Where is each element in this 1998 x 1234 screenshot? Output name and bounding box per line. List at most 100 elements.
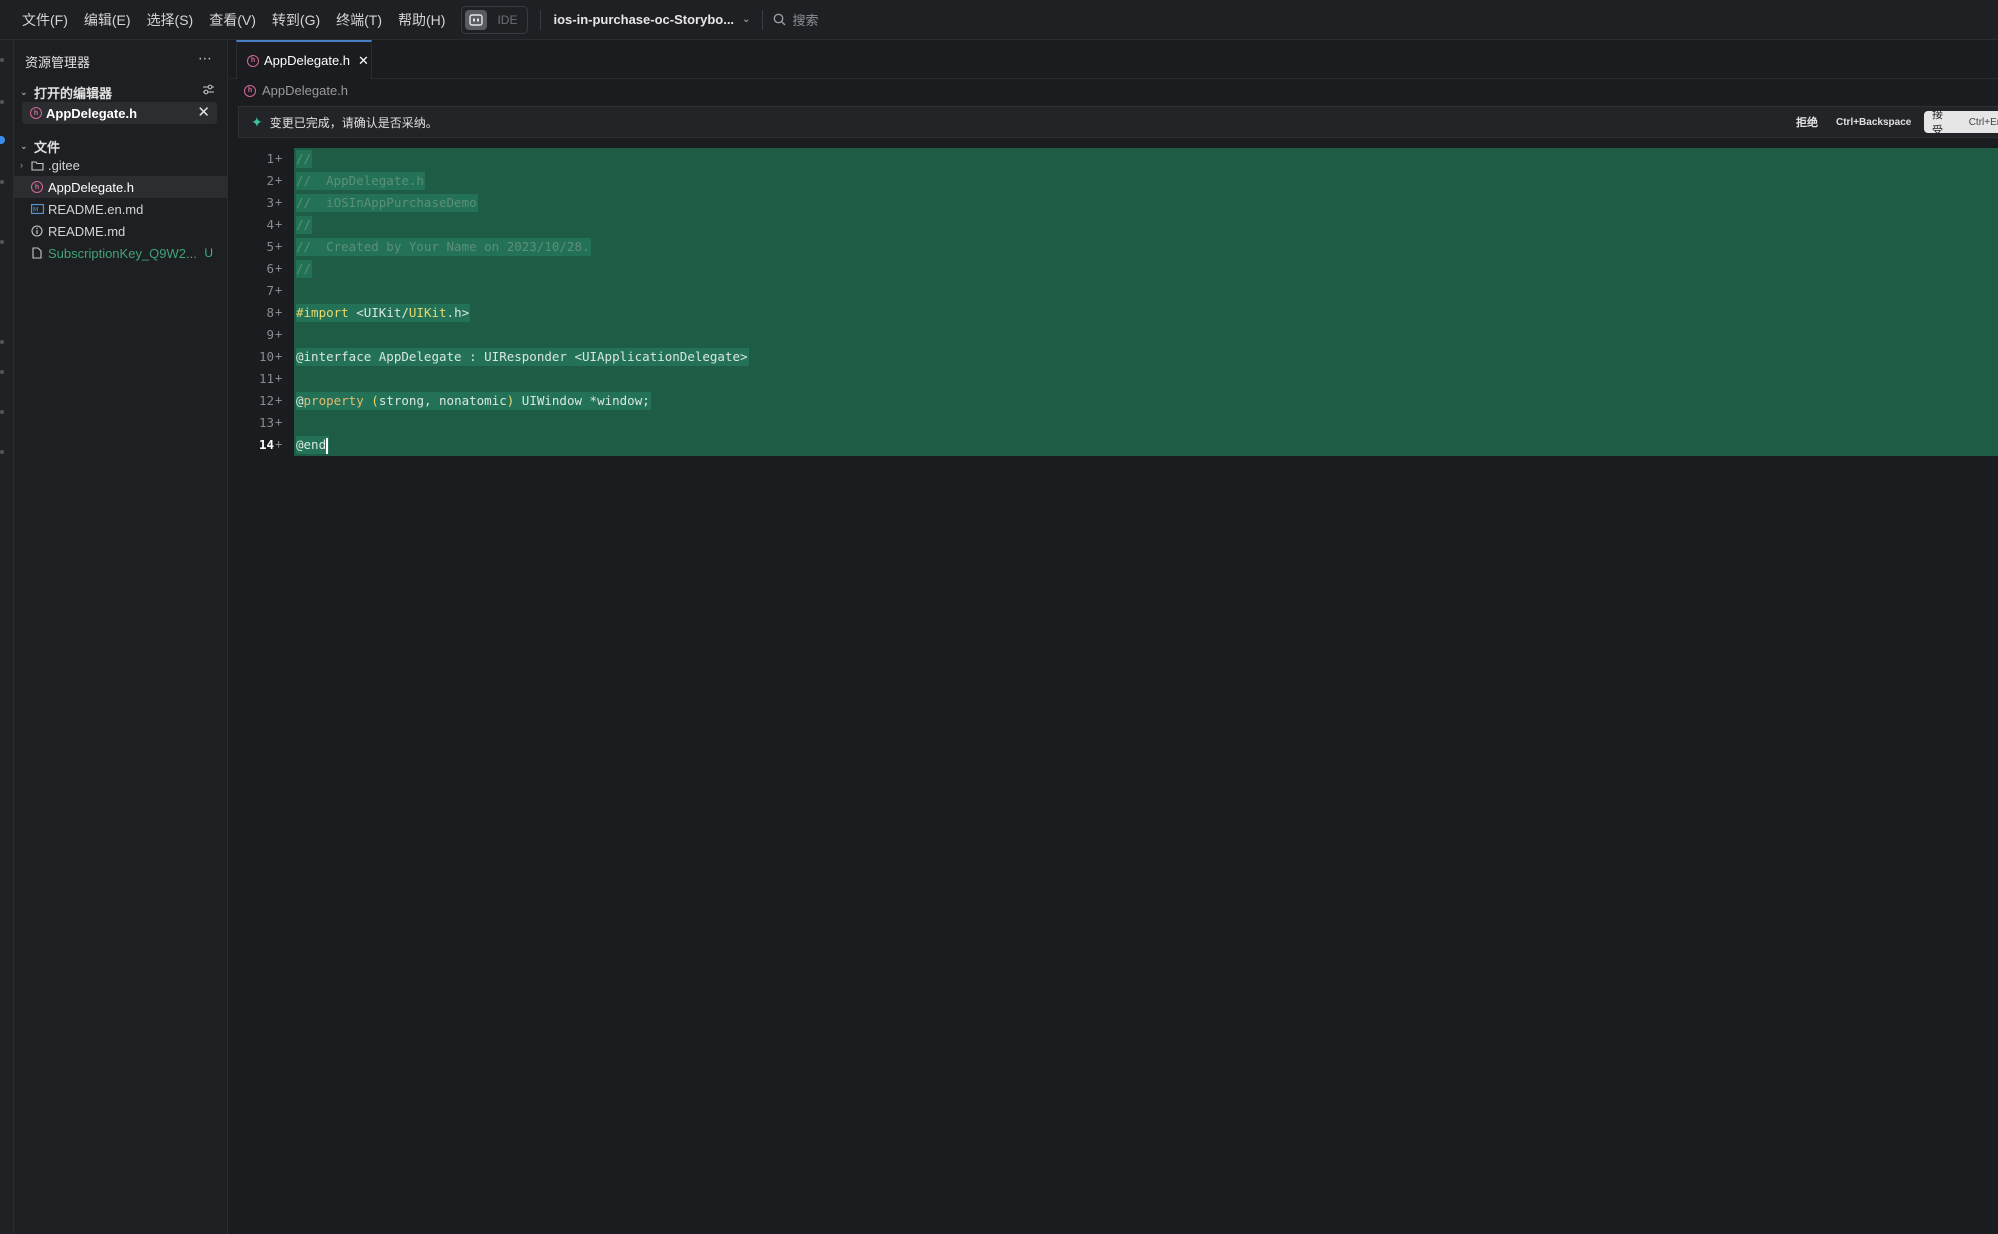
open-editors-section[interactable]: ⌄ 打开的编辑器	[20, 83, 112, 102]
menu-help[interactable]: 帮助(H)	[398, 10, 445, 30]
code-line[interactable]: 5 + // Created by Your Name on 2023/10/28.	[230, 236, 1998, 258]
activity-icon[interactable]	[0, 450, 4, 454]
added-line-highlight	[294, 302, 1998, 324]
code-line[interactable]: 4 + //	[230, 214, 1998, 236]
close-icon[interactable]: ✕	[358, 53, 369, 69]
tree-item-subscription-key[interactable]: SubscriptionKey_Q9W2... U	[14, 242, 227, 264]
line-number: 13	[258, 415, 274, 430]
ai-mode-icon[interactable]	[465, 9, 488, 30]
line-number: 11	[258, 371, 274, 386]
line-number: 4	[266, 217, 274, 232]
activity-icon[interactable]	[0, 240, 4, 244]
accept-shortcut: Ctrl+Enter	[1968, 116, 1998, 128]
code-line[interactable]: 6 + //	[230, 258, 1998, 280]
code-text[interactable]: // AppDelegate.h	[296, 172, 425, 190]
activity-icon[interactable]	[0, 180, 4, 184]
reject-button[interactable]: 拒绝	[1796, 114, 1818, 130]
menu-goto[interactable]: 转到(G)	[272, 10, 320, 30]
code-text[interactable]: //	[296, 150, 313, 168]
code-text[interactable]: @property (strong, nonatomic) UIWindow *…	[296, 392, 651, 410]
ide-mode-label[interactable]: IDE	[497, 13, 517, 27]
sliders-icon[interactable]	[202, 84, 215, 98]
search-label: 搜索	[792, 13, 819, 28]
activity-icon[interactable]	[0, 370, 4, 374]
added-line-highlight	[294, 368, 1998, 390]
tree-item-readme-en[interactable]: M README.en.md	[14, 198, 227, 220]
explorer-activity-icon[interactable]	[0, 136, 5, 144]
code-text[interactable]: // iOSInAppPurchaseDemo	[296, 194, 478, 212]
code-line[interactable]: 13 +	[230, 412, 1998, 434]
added-marker: +	[275, 195, 283, 209]
tree-item-gitee[interactable]: › .gitee	[14, 154, 227, 176]
svg-text:M: M	[33, 207, 38, 214]
breadcrumb: h AppDelegate.h	[244, 83, 348, 98]
added-marker: +	[275, 283, 283, 297]
activity-icon[interactable]	[0, 410, 4, 414]
code-text[interactable]: #import <UIKit/UIKit.h>	[296, 304, 471, 322]
code-line[interactable]: 9 +	[230, 324, 1998, 346]
added-marker: +	[275, 393, 283, 407]
code-line[interactable]: 3 + // iOSInAppPurchaseDemo	[230, 192, 1998, 214]
explorer-sidebar: 资源管理器 ⋯ ⌄ 打开的编辑器 h AppDelegate.h ✕ ⌄ 文件 …	[14, 40, 228, 1234]
added-marker: +	[275, 173, 283, 187]
code-text[interactable]: @end	[296, 436, 329, 454]
chevron-right-icon: ›	[20, 160, 23, 170]
tab-label: AppDelegate.h	[264, 53, 351, 68]
title-bar: 文件(F) 编辑(E) 选择(S) 查看(V) 转到(G) 终端(T) 帮助(H…	[0, 0, 1998, 40]
project-selector[interactable]: ios-in-purchase-oc-Storybo... ⌄	[553, 12, 750, 27]
menu-file[interactable]: 文件(F)	[22, 10, 68, 30]
added-marker: +	[275, 327, 283, 341]
chevron-down-icon: ⌄	[20, 141, 28, 151]
search-box[interactable]: 搜索	[773, 10, 818, 29]
code-line[interactable]: 2 + // AppDelegate.h	[230, 170, 1998, 192]
review-message: 变更已完成，请确认是否采纳。	[269, 115, 438, 130]
h-file-icon: h	[30, 180, 44, 194]
close-icon[interactable]: ✕	[197, 103, 210, 121]
tree-item-label: README.en.md	[48, 201, 144, 217]
line-number: 14	[258, 437, 274, 452]
code-text[interactable]: //	[296, 260, 313, 278]
added-marker: +	[275, 261, 283, 275]
code-line[interactable]: 10 + @interface AppDelegate : UIResponder …	[230, 346, 1998, 368]
open-editors-title: 打开的编辑器	[34, 86, 113, 101]
open-editor-item[interactable]: h AppDelegate.h ✕	[22, 102, 217, 124]
more-actions-icon[interactable]: ⋯	[198, 50, 213, 67]
added-marker: +	[275, 217, 283, 231]
menu-view[interactable]: 查看(V)	[209, 10, 256, 30]
added-line-highlight	[294, 324, 1998, 346]
code-line[interactable]: 12 + @property (strong, nonatomic) UIWindo…	[230, 390, 1998, 412]
line-number: 6	[266, 261, 274, 276]
line-number: 9	[266, 327, 274, 342]
code-text[interactable]: //	[296, 216, 313, 234]
search-icon	[774, 13, 786, 26]
tree-item-appdelegate[interactable]: h AppDelegate.h	[14, 176, 227, 198]
tab-appdelegate[interactable]: h AppDelegate.h ✕	[236, 40, 372, 79]
line-number: 8	[266, 305, 274, 320]
added-line-highlight	[294, 412, 1998, 434]
code-line[interactable]: 14 + @end	[230, 434, 1998, 456]
tree-item-readme[interactable]: README.md	[14, 220, 227, 242]
accept-button[interactable]: 接受 Ctrl+Enter	[1924, 111, 1998, 133]
activity-icon[interactable]	[0, 340, 4, 344]
folder-icon	[30, 158, 44, 172]
code-line[interactable]: 8 + #import <UIKit/UIKit.h>	[230, 302, 1998, 324]
code-line[interactable]: 11 +	[230, 368, 1998, 390]
breadcrumb-item[interactable]: AppDelegate.h	[262, 83, 348, 98]
menu-terminal[interactable]: 终端(T)	[336, 10, 382, 30]
markdown-preview-icon: M	[30, 202, 44, 216]
line-number: 2	[266, 173, 274, 188]
code-text[interactable]: // Created by Your Name on 2023/10/28.	[296, 238, 591, 256]
sparkle-icon: ✦	[251, 113, 263, 130]
added-line-highlight	[294, 170, 1998, 192]
menu-selection[interactable]: 选择(S)	[147, 10, 194, 30]
mode-toggle[interactable]: IDE	[461, 5, 529, 34]
menu-edit[interactable]: 编辑(E)	[84, 10, 131, 30]
added-line-highlight	[294, 214, 1998, 236]
text-cursor	[326, 437, 328, 454]
activity-icon[interactable]	[0, 100, 4, 104]
code-line[interactable]: 1 + //	[230, 148, 1998, 170]
code-line[interactable]: 7 +	[230, 280, 1998, 302]
chevron-down-icon: ⌄	[742, 14, 751, 25]
activity-icon[interactable]	[0, 58, 4, 62]
code-text[interactable]: @interface AppDelegate : UIResponder <UI…	[296, 348, 749, 366]
